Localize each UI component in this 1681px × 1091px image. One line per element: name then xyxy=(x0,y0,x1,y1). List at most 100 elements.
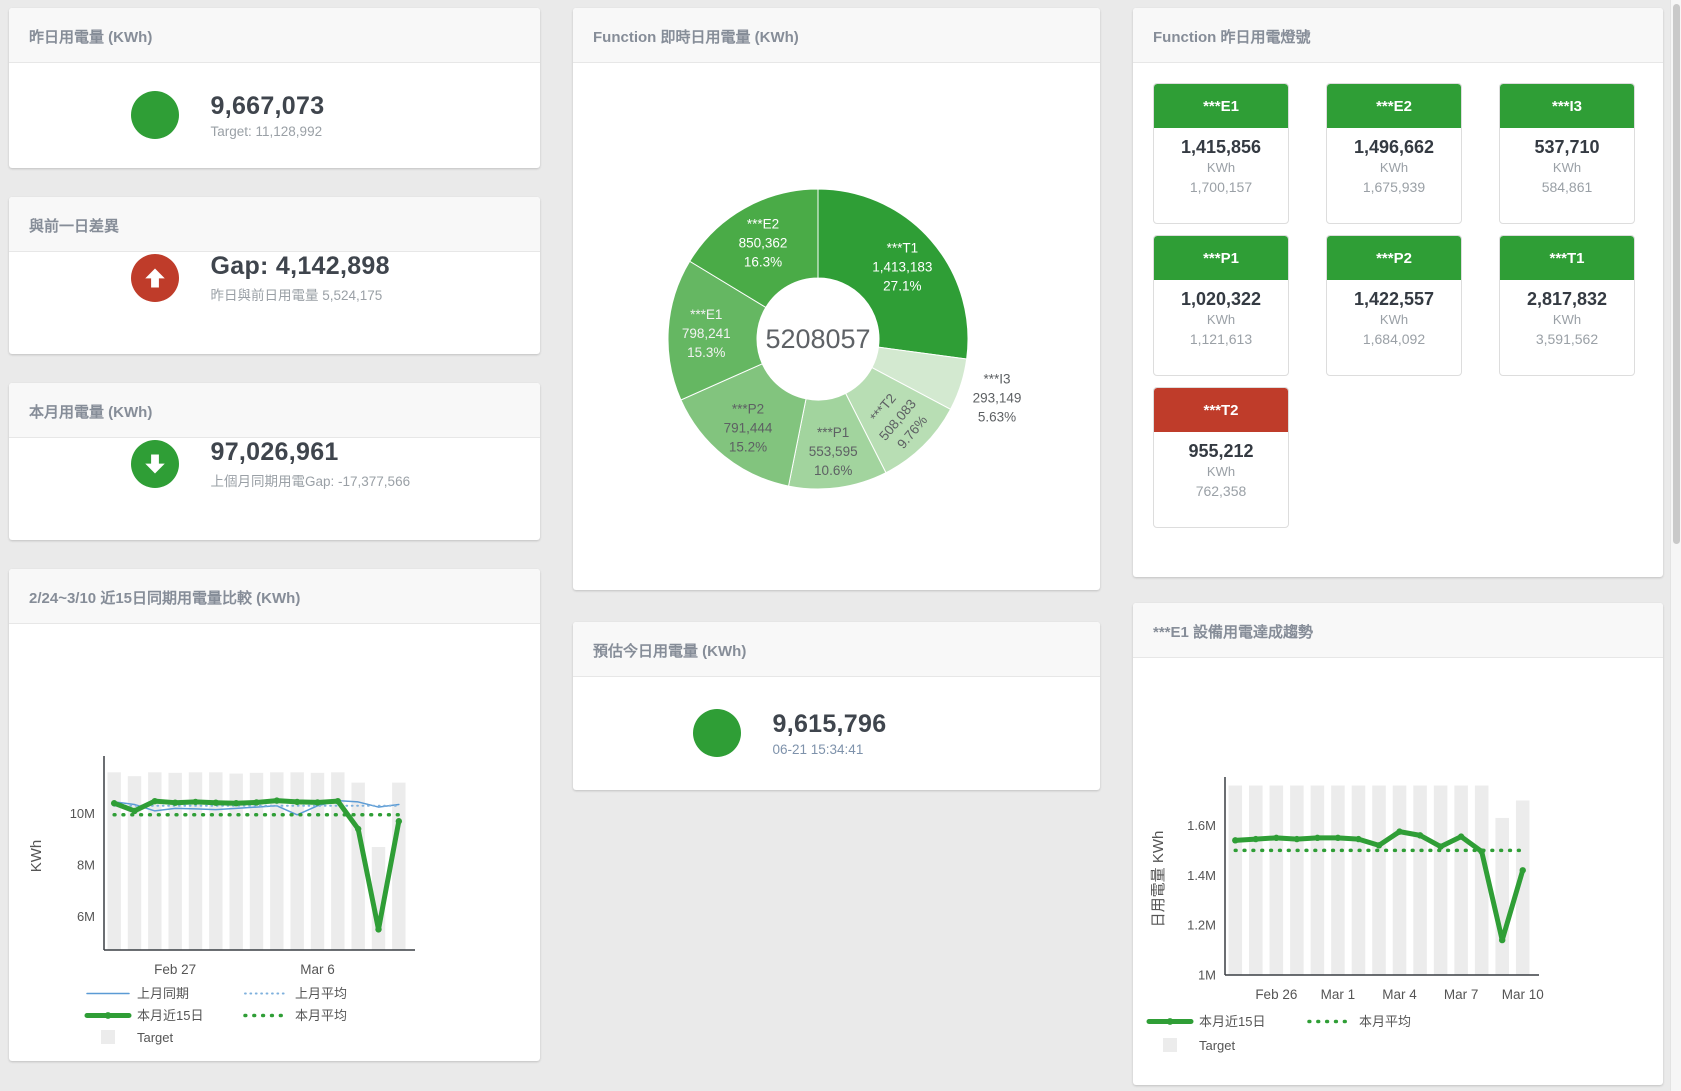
status-tile-E1[interactable]: ***E11,415,856KWh1,700,157 xyxy=(1153,83,1289,224)
y-tick-label: 1.6M xyxy=(1187,818,1216,833)
card-lights-title: Function 昨日用電燈號 xyxy=(1153,29,1311,46)
target-bar xyxy=(1270,785,1284,975)
lights-grid: ***E11,415,856KWh1,700,157***E21,496,662… xyxy=(1133,63,1663,528)
series-point xyxy=(1355,836,1361,842)
card-compare15-header: 2/24~3/10 近15日同期用電量比較 (KWh) xyxy=(9,569,540,624)
card-e1-trend-header: ***E1 設備用電達成趨勢 xyxy=(1133,603,1663,658)
y-tick-label: 1.4M xyxy=(1187,868,1216,883)
tile-unit: KWh xyxy=(1154,160,1288,175)
series-point xyxy=(172,799,178,805)
tile-target: 584,861 xyxy=(1500,179,1634,195)
tile-value: 955,212 xyxy=(1154,441,1288,462)
series-point xyxy=(274,797,280,803)
x-tick-label: Mar 1 xyxy=(1321,987,1356,1002)
legend-item-本月平均[interactable]: 本月平均 xyxy=(245,1008,347,1023)
series-point xyxy=(1478,848,1484,854)
series-point xyxy=(1294,836,1300,842)
target-bar xyxy=(351,783,364,950)
card-lights-header: Function 昨日用電燈號 xyxy=(1133,8,1663,63)
tile-unit: KWh xyxy=(1154,312,1288,327)
card-lights: Function 昨日用電燈號 ***E11,415,856KWh1,700,1… xyxy=(1133,8,1663,577)
month-kpi: 97,026,961 上個月同期用電Gap: -17,377,566 xyxy=(9,438,540,490)
legend-label: Target xyxy=(137,1030,174,1045)
card-e1-trend: ***E1 設備用電達成趨勢 1M1.2M1.4M1.6M日用電量 KWhFeb… xyxy=(1133,603,1663,1085)
tile-label: ***T2 xyxy=(1154,388,1288,432)
day-gap-subtext: 昨日與前日用電量 5,524,175 xyxy=(211,284,419,304)
status-tile-E2[interactable]: ***E21,496,662KWh1,675,939 xyxy=(1326,83,1462,224)
legend-item-Target[interactable]: Target xyxy=(1163,1038,1236,1053)
tile-value: 1,020,322 xyxy=(1154,289,1288,310)
y-tick-label: 1.2M xyxy=(1187,918,1216,933)
tile-label: ***E1 xyxy=(1154,84,1288,128)
y-axis-label: KWh xyxy=(28,840,45,873)
arrow-up-icon xyxy=(131,254,179,302)
yesterday-value: 9,667,073 xyxy=(211,92,419,121)
series-point xyxy=(1314,835,1320,841)
tile-label: ***T1 xyxy=(1500,236,1634,280)
series-point xyxy=(253,799,259,805)
x-tick-label: Mar 10 xyxy=(1502,987,1544,1002)
target-bar xyxy=(1434,785,1448,975)
card-month-header: 本月用電量 (KWh) xyxy=(9,383,540,438)
legend-swatch-bar xyxy=(1163,1038,1177,1052)
series-point xyxy=(314,799,320,805)
tile-unit: KWh xyxy=(1327,312,1461,327)
card-estimate-today: 預估今日用電量 (KWh) 9,615,796 06-21 15:34:41 xyxy=(573,622,1100,790)
tile-value: 1,422,557 xyxy=(1327,289,1461,310)
arrow-down-icon xyxy=(131,440,179,488)
status-tile-T2[interactable]: ***T2 955,212 KWh 762,358 xyxy=(1153,387,1289,528)
series-point xyxy=(233,800,239,806)
status-tile-P1[interactable]: ***P11,020,322KWh1,121,613 xyxy=(1153,235,1289,376)
x-tick-label: Mar 6 xyxy=(300,962,335,977)
card-day-gap-title: 與前一日差異 xyxy=(29,218,119,235)
month-value: 97,026,961 xyxy=(211,438,419,467)
series-point xyxy=(213,799,219,805)
series-point xyxy=(1437,843,1443,849)
card-donut-title: Function 即時日用電量 (KWh) xyxy=(593,29,799,46)
legend-swatch-point xyxy=(105,1012,112,1019)
legend-item-上月平均[interactable]: 上月平均 xyxy=(245,986,347,1001)
legend-label: 本月平均 xyxy=(295,1008,347,1023)
day-gap-kpi: Gap: 4,142,898 昨日與前日用電量 5,524,175 xyxy=(9,252,540,304)
status-tile-P2[interactable]: ***P21,422,557KWh1,684,092 xyxy=(1326,235,1462,376)
series-point xyxy=(1335,835,1341,841)
legend-swatch-bar xyxy=(101,1030,115,1044)
series-point xyxy=(375,926,381,932)
target-bar xyxy=(1331,785,1345,975)
tile-label: ***E2 xyxy=(1327,84,1461,128)
donut-label-I3: ***I3293,1495.63% xyxy=(973,372,1022,425)
tile-target: 1,675,939 xyxy=(1327,179,1461,195)
tile-unit: KWh xyxy=(1154,464,1288,479)
tile-target: 762,358 xyxy=(1154,483,1288,499)
legend-item-上月同期[interactable]: 上月同期 xyxy=(87,986,189,1001)
card-month-title: 本月用電量 (KWh) xyxy=(29,404,152,421)
yesterday-kpi: 9,667,073 Target: 11,128,992 xyxy=(9,63,540,167)
scrollbar[interactable] xyxy=(1670,0,1681,1091)
card-estimate-header: 預估今日用電量 (KWh) xyxy=(573,622,1100,677)
card-e1-trend-title: ***E1 設備用電達成趨勢 xyxy=(1153,624,1313,641)
target-bar xyxy=(107,772,120,950)
series-point xyxy=(1396,828,1402,834)
series-point xyxy=(1253,836,1259,842)
card-yesterday-title: 昨日用電量 (KWh) xyxy=(29,29,152,46)
series-point xyxy=(335,798,341,804)
series-point xyxy=(152,798,158,804)
card-realtime-donut: Function 即時日用電量 (KWh) ***T11,413,18327.1… xyxy=(573,8,1100,590)
series-point xyxy=(1376,842,1382,848)
tile-unit: KWh xyxy=(1500,312,1634,327)
target-bar xyxy=(1495,818,1509,975)
status-tile-I3[interactable]: ***I3537,710KWh584,861 xyxy=(1499,83,1635,224)
month-gap-subtext: 上個月同期用電Gap: -17,377,566 xyxy=(211,470,419,490)
legend-item-本月平均[interactable]: 本月平均 xyxy=(1309,1014,1411,1029)
legend-item-本月近15日[interactable]: 本月近15日 xyxy=(1149,1014,1265,1029)
legend-item-Target[interactable]: Target xyxy=(101,1030,174,1045)
estimate-kpi: 9,615,796 06-21 15:34:41 xyxy=(573,677,1100,789)
card-estimate-title: 預估今日用電量 (KWh) xyxy=(593,643,746,660)
legend-label: Target xyxy=(1199,1038,1236,1053)
y-tick-label: 8M xyxy=(77,858,95,873)
scrollbar-thumb[interactable] xyxy=(1673,4,1680,544)
series-point xyxy=(1499,937,1505,943)
legend-item-本月近15日[interactable]: 本月近15日 xyxy=(87,1008,203,1023)
status-tile-T1[interactable]: ***T12,817,832KWh3,591,562 xyxy=(1499,235,1635,376)
tile-value: 1,415,856 xyxy=(1154,137,1288,158)
